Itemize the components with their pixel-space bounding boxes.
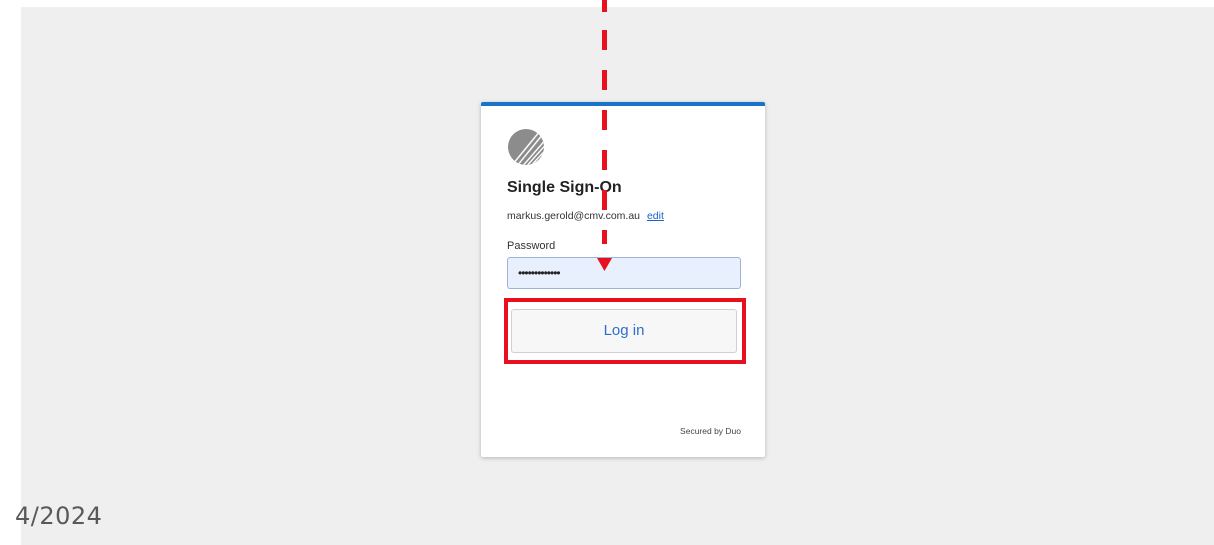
login-button-highlight xyxy=(504,298,746,364)
password-field[interactable]: ••••••••••••• xyxy=(507,257,741,289)
account-row: markus.gerold@cmv.com.au edit xyxy=(507,210,664,222)
slide-date-fragment: 4/2024 xyxy=(15,502,103,530)
sso-login-card: Single Sign-On markus.gerold@cmv.com.au … xyxy=(481,102,765,457)
edit-account-link[interactable]: edit xyxy=(647,210,664,222)
password-label: Password xyxy=(507,240,556,252)
dashed-arrow-down-icon xyxy=(597,0,612,271)
account-email: markus.gerold@cmv.com.au xyxy=(507,210,641,222)
secured-by-footer: Secured by Duo xyxy=(680,426,741,436)
brand-logo-icon xyxy=(508,129,544,165)
